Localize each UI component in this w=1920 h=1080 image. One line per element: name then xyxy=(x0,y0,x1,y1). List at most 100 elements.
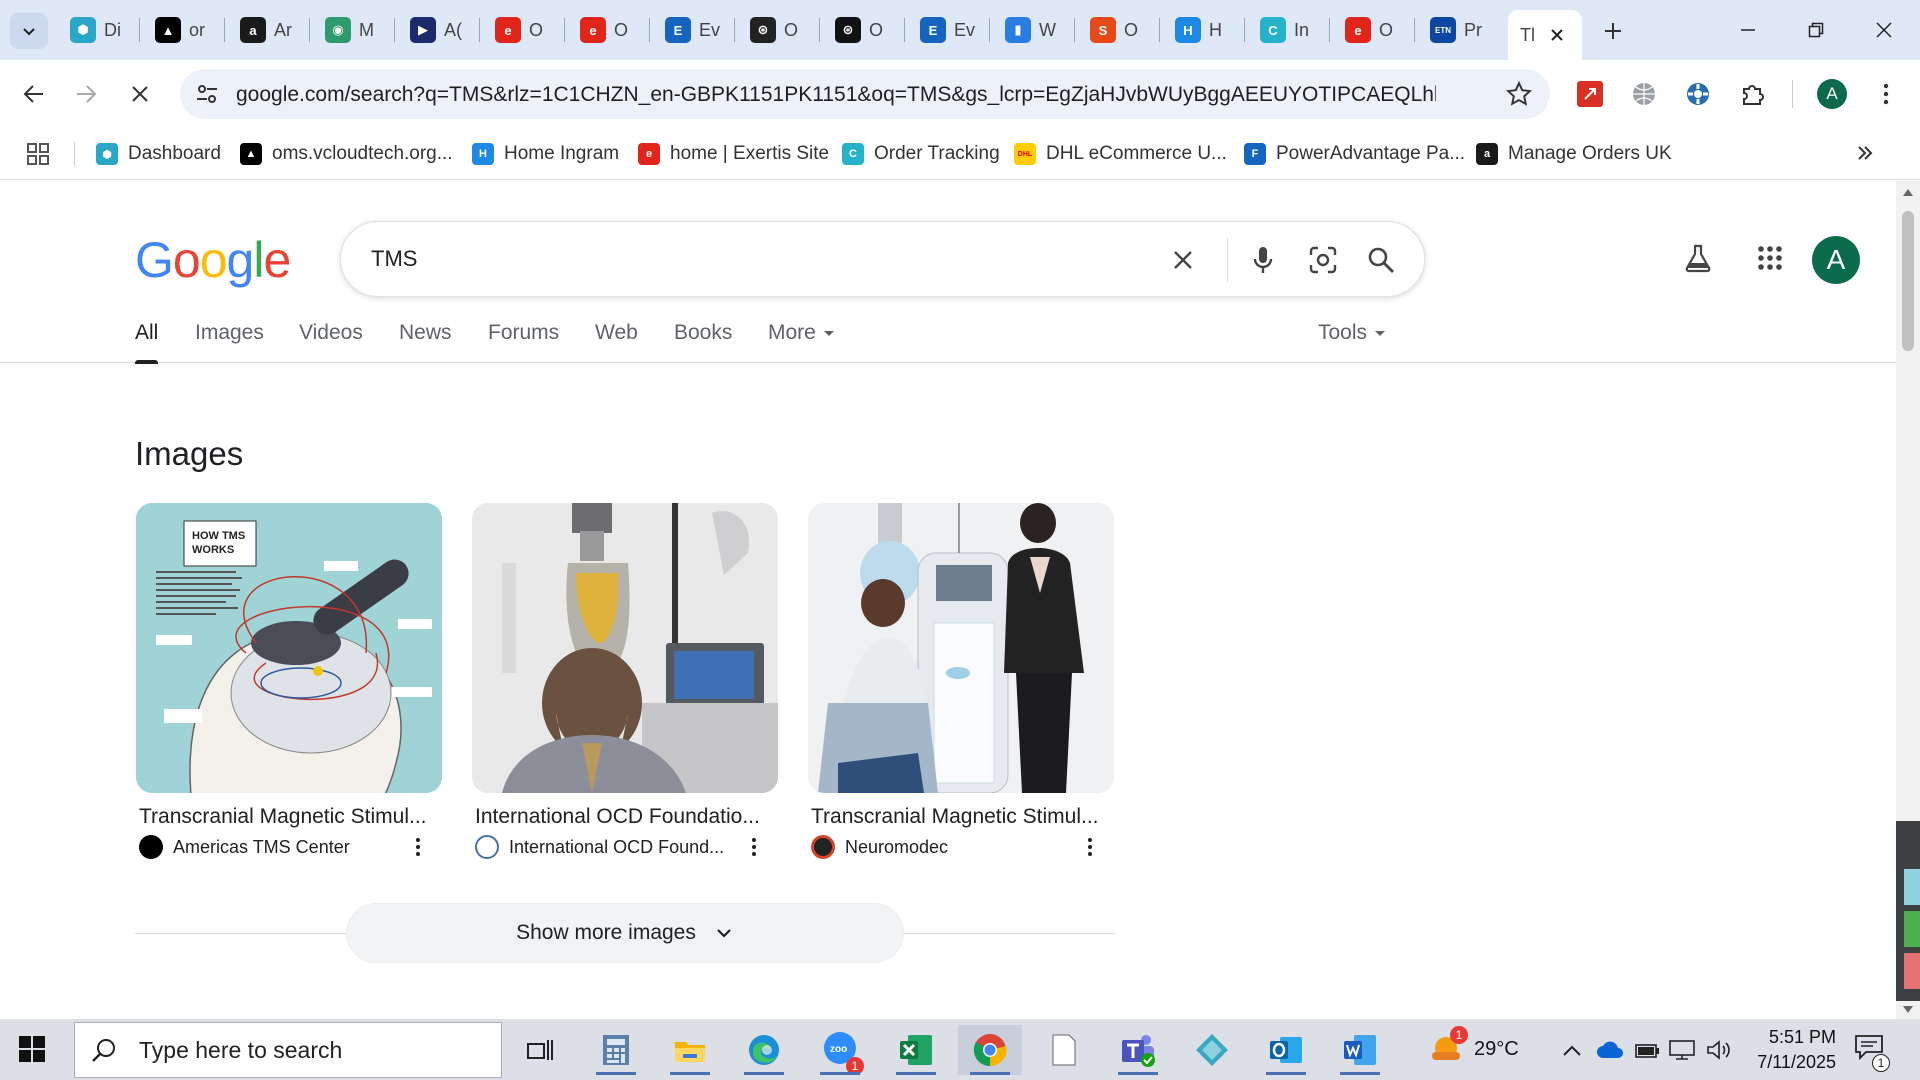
chrome-menu-button[interactable] xyxy=(1868,76,1904,112)
browser-tab[interactable]: ETN Pr xyxy=(1418,12,1482,48)
star-icon[interactable] xyxy=(1506,81,1532,107)
taskbar-outlook[interactable] xyxy=(1254,1025,1318,1075)
browser-tab[interactable]: SO xyxy=(1078,12,1138,48)
browser-tab[interactable]: HH xyxy=(1163,12,1222,48)
side-widget-strip[interactable] xyxy=(1896,821,1920,1001)
apps-grid-icon[interactable] xyxy=(26,142,50,171)
close-icon[interactable] xyxy=(1549,27,1565,43)
start-button[interactable] xyxy=(18,1035,46,1068)
back-button[interactable] xyxy=(14,74,54,114)
taskbar-search-box[interactable]: Type here to search xyxy=(74,1022,502,1078)
bookmark-item[interactable]: ▲ oms.vcloudtech.org... xyxy=(240,138,453,170)
bookmark-item[interactable]: H Home Ingram xyxy=(472,138,619,170)
taskbar-file-explorer[interactable] xyxy=(658,1025,722,1075)
search-button[interactable] xyxy=(1361,240,1401,280)
forward-button[interactable] xyxy=(66,74,106,114)
restore-button[interactable] xyxy=(1786,8,1846,52)
browser-tab[interactable]: ▲ or xyxy=(143,12,205,48)
tab-videos[interactable]: Videos xyxy=(299,321,363,363)
google-logo[interactable]: Google xyxy=(135,231,291,289)
taskbar-calculator[interactable] xyxy=(584,1025,648,1075)
weather-widget[interactable]: 1 29°C xyxy=(1430,1019,1519,1080)
taskbar-zoom[interactable]: zoo 1 xyxy=(808,1025,872,1075)
search-box[interactable]: TMS xyxy=(340,221,1425,297)
image-result-card[interactable]: HOW TMS WORKS Transcranial Magnetic Stim… xyxy=(136,503,442,859)
tab-active[interactable]: Tl xyxy=(1508,10,1582,60)
clear-search-button[interactable] xyxy=(1163,240,1203,280)
acrobat-extension-icon[interactable] xyxy=(1572,76,1608,112)
tab-more[interactable]: More xyxy=(768,321,834,363)
voice-search-button[interactable] xyxy=(1243,240,1283,280)
bookmark-item[interactable]: DHL DHL eCommerce U... xyxy=(1014,138,1227,170)
network-tray[interactable] xyxy=(1668,1019,1696,1080)
lens-search-button[interactable] xyxy=(1303,240,1343,280)
image-thumbnail[interactable]: HOW TMS WORKS xyxy=(136,503,442,793)
close-window-button[interactable] xyxy=(1854,8,1914,52)
google-apps-button[interactable] xyxy=(1748,236,1792,280)
profile-button[interactable]: A xyxy=(1814,76,1850,112)
minimize-button[interactable] xyxy=(1718,8,1778,52)
taskbar-diamond-app[interactable] xyxy=(1180,1025,1244,1075)
volume-tray[interactable] xyxy=(1706,1019,1732,1080)
taskbar-notepad[interactable] xyxy=(1032,1025,1096,1075)
google-account-avatar[interactable]: A xyxy=(1812,236,1860,284)
gear-extension-icon[interactable] xyxy=(1680,76,1716,112)
result-menu-button[interactable] xyxy=(1080,837,1100,857)
image-result-source[interactable]: International OCD Found... xyxy=(472,835,778,859)
browser-tab[interactable]: ◉ M xyxy=(313,12,374,48)
scroll-down-icon[interactable] xyxy=(1902,1005,1914,1015)
taskbar-excel[interactable] xyxy=(884,1025,948,1075)
site-info-icon[interactable] xyxy=(194,81,220,107)
browser-tab[interactable]: ⬢ Di xyxy=(58,12,121,48)
image-thumbnail[interactable] xyxy=(472,503,778,793)
bookmark-item[interactable]: ⬢ Dashboard xyxy=(96,138,221,170)
tab-web[interactable]: Web xyxy=(595,321,638,363)
browser-tab[interactable]: E Ev xyxy=(908,12,975,48)
battery-tray[interactable] xyxy=(1634,1019,1660,1080)
image-result-title[interactable]: Transcranial Magnetic Stimul... xyxy=(136,805,436,829)
bookmark-item[interactable]: F PowerAdvantage Pa... xyxy=(1244,138,1465,170)
image-result-source[interactable]: Neuromodec xyxy=(808,835,1114,859)
image-result-card[interactable]: International OCD Foundatio... Internati… xyxy=(472,503,778,859)
browser-tab[interactable]: ⊛ O xyxy=(738,12,798,48)
result-menu-button[interactable] xyxy=(408,837,428,857)
image-thumbnail[interactable] xyxy=(808,503,1114,793)
more-bookmarks-button[interactable] xyxy=(1854,142,1876,169)
onedrive-tray[interactable] xyxy=(1596,1019,1624,1080)
result-menu-button[interactable] xyxy=(744,837,764,857)
globe-extension-icon[interactable] xyxy=(1626,76,1662,112)
image-result-title[interactable]: Transcranial Magnetic Stimul... xyxy=(808,805,1108,829)
tab-images[interactable]: Images xyxy=(195,321,264,363)
bookmark-item[interactable]: C Order Tracking xyxy=(842,138,1000,170)
tab-all[interactable]: All xyxy=(135,321,159,364)
search-labs-button[interactable] xyxy=(1676,236,1720,280)
browser-tab[interactable]: a Ar xyxy=(228,12,292,48)
stop-loading-button[interactable] xyxy=(120,74,160,114)
image-result-title[interactable]: International OCD Foundatio... xyxy=(472,805,772,829)
scrollbar-thumb[interactable] xyxy=(1902,211,1914,351)
browser-tab[interactable]: E Ev xyxy=(653,12,720,48)
browser-tab[interactable]: eO xyxy=(568,12,628,48)
browser-tab[interactable]: ▶ A( xyxy=(398,12,462,48)
taskbar-chrome[interactable] xyxy=(958,1025,1022,1075)
search-input[interactable]: TMS xyxy=(371,246,417,272)
tab-news[interactable]: News xyxy=(399,321,452,363)
show-hidden-icons-button[interactable] xyxy=(1562,1019,1582,1080)
taskbar-edge[interactable] xyxy=(732,1025,796,1075)
image-result-card[interactable]: Transcranial Magnetic Stimul... Neuromod… xyxy=(808,503,1114,859)
browser-tab[interactable]: ▮ W xyxy=(993,12,1056,48)
browser-tab[interactable]: ⊛ O xyxy=(823,12,883,48)
task-view-button[interactable] xyxy=(508,1025,572,1075)
browser-tab[interactable]: eO xyxy=(1333,12,1393,48)
tab-books[interactable]: Books xyxy=(674,321,732,363)
clock[interactable]: 5:51 PM 7/11/2025 xyxy=(1750,1019,1836,1080)
tools-button[interactable]: Tools xyxy=(1318,321,1386,363)
image-result-source[interactable]: Americas TMS Center xyxy=(136,835,442,859)
action-center-button[interactable]: 1 xyxy=(1854,1019,1890,1080)
extensions-puzzle-icon[interactable] xyxy=(1734,76,1770,112)
address-bar[interactable]: google.com/search?q=TMS&rlz=1C1CHZN_en-G… xyxy=(180,69,1550,119)
tab-search-button[interactable] xyxy=(10,13,48,49)
tab-forums[interactable]: Forums xyxy=(488,321,559,363)
new-tab-button[interactable] xyxy=(1596,14,1630,48)
bookmark-item[interactable]: a Manage Orders UK xyxy=(1476,138,1672,170)
